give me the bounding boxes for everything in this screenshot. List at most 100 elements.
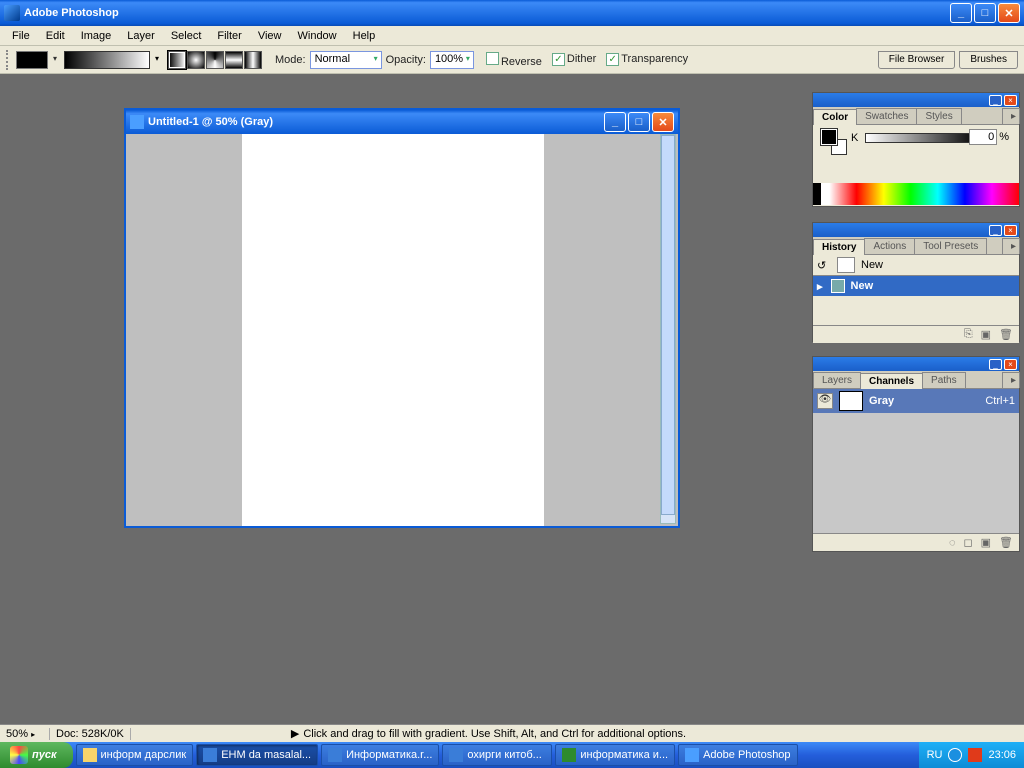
tray-icon-2[interactable] [968,748,982,762]
trash-icon[interactable]: 🗑 [999,328,1013,341]
tab-color[interactable]: Color [813,109,857,125]
menu-help[interactable]: Help [345,28,384,44]
channels-panel-titlebar[interactable]: _× [813,357,1019,371]
gradient-picker[interactable] [64,51,150,69]
excel-icon [562,748,576,762]
color-panel-titlebar[interactable]: _× [813,93,1019,107]
doc-size-label[interactable]: Doc: 528K/0K [50,728,131,740]
menu-image[interactable]: Image [73,28,120,44]
visibility-icon[interactable]: 👁 [817,393,833,409]
history-snapshot-row[interactable]: ↺ New [813,255,1019,275]
canvas[interactable] [242,134,544,526]
options-drag-handle[interactable] [6,50,12,70]
menu-window[interactable]: Window [290,28,345,44]
panel-minimize-icon[interactable]: _ [989,95,1002,106]
tab-styles[interactable]: Styles [916,108,961,124]
tab-actions[interactable]: Actions [864,238,915,254]
taskbar-item-2[interactable]: Информатика.r... [321,744,439,766]
panel-menu-icon[interactable]: ▸ [1002,108,1020,124]
history-brush-icon: ↺ [817,259,831,272]
new-channel-icon[interactable]: ▣ [981,536,991,549]
document-titlebar[interactable]: Untitled-1 @ 50% (Gray) _ □ ✕ [126,110,678,134]
taskbar-item-0[interactable]: информ дарслик [76,744,194,766]
history-state-row[interactable]: New [813,276,1019,296]
app-title: Adobe Photoshop [24,7,119,19]
k-value-input[interactable] [969,129,997,145]
history-panel-footer: ⎘ ▣ 🗑 [813,325,1019,343]
clock[interactable]: 23:06 [988,749,1016,761]
opacity-field[interactable]: 100% [430,51,474,69]
brushes-tab[interactable]: Brushes [959,51,1018,69]
new-state-icon [831,279,845,293]
taskbar-item-1[interactable]: EHM da masalal... [196,744,318,766]
menu-view[interactable]: View [250,28,290,44]
tab-tool-presets[interactable]: Tool Presets [914,238,987,254]
zoom-field[interactable]: 50% ▸ [0,728,50,740]
dither-checkbox[interactable]: ✓ [552,53,565,66]
app-titlebar: Adobe Photoshop _ □ ✕ [0,0,1024,26]
doc-maximize-button[interactable]: □ [628,112,650,132]
doc-close-button[interactable]: ✕ [652,112,674,132]
panel-minimize-icon[interactable]: _ [989,225,1002,236]
tab-swatches[interactable]: Swatches [856,108,917,124]
window-minimize-button[interactable]: _ [950,3,972,23]
trash-icon[interactable]: 🗑 [999,536,1013,549]
document-window: Untitled-1 @ 50% (Gray) _ □ ✕ [124,108,680,528]
tab-paths[interactable]: Paths [922,372,966,388]
channel-name: Gray [869,395,979,407]
new-doc-icon[interactable]: ⎘ [964,328,973,341]
taskbar: пуск информ дарслик EHM da masalal... Ин… [0,742,1024,768]
new-snapshot-icon[interactable]: ▣ [981,328,991,341]
color-fgbg-swatch[interactable] [821,129,851,159]
status-bar: 50% ▸ Doc: 528K/0K ▶ Click and drag to f… [0,724,1024,742]
document-scrollbar[interactable] [660,134,676,524]
file-browser-tab[interactable]: File Browser [878,51,956,69]
transparency-checkbox[interactable]: ✓ [606,53,619,66]
panel-menu-icon[interactable]: ▸ [1002,238,1020,254]
doc-minimize-button[interactable]: _ [604,112,626,132]
tray-icon-1[interactable] [948,748,962,762]
photoshop-icon [685,748,699,762]
panel-close-icon[interactable]: × [1004,225,1017,236]
menu-filter[interactable]: Filter [209,28,249,44]
tab-channels[interactable]: Channels [860,373,923,389]
load-selection-icon[interactable]: ◌ [949,537,956,549]
gradient-radial-button[interactable] [187,51,205,69]
mode-dropdown[interactable]: Normal [310,51,382,69]
opacity-label: Opacity: [386,54,426,66]
menu-edit[interactable]: Edit [38,28,73,44]
language-indicator[interactable]: RU [927,749,943,761]
window-maximize-button[interactable]: □ [974,3,996,23]
save-selection-icon[interactable]: ◻ [963,536,972,549]
tool-preset-picker[interactable] [16,51,48,69]
gradient-diamond-button[interactable] [244,51,262,69]
document-title: Untitled-1 @ 50% (Gray) [148,116,273,128]
history-panel-titlebar[interactable]: _× [813,223,1019,237]
gradient-angle-button[interactable] [206,51,224,69]
state-label: New [851,280,874,292]
reverse-checkbox[interactable] [486,52,499,65]
taskbar-item-3[interactable]: охирги китоб... [442,744,552,766]
gradient-linear-button[interactable] [168,51,186,69]
start-button[interactable]: пуск [0,742,73,768]
panel-minimize-icon[interactable]: _ [989,359,1002,370]
menu-select[interactable]: Select [163,28,210,44]
pct-label: % [999,131,1009,143]
color-panel: _× Color Swatches Styles ▸ % [812,92,1020,207]
menu-file[interactable]: File [4,28,38,44]
tab-history[interactable]: History [813,239,865,255]
panel-close-icon[interactable]: × [1004,95,1017,106]
color-ramp[interactable] [813,183,1019,205]
window-close-button[interactable]: ✕ [998,3,1020,23]
panel-menu-icon[interactable]: ▸ [1002,372,1020,388]
transparency-label: Transparency [621,53,688,65]
tab-layers[interactable]: Layers [813,372,861,388]
document-icon [130,115,144,129]
taskbar-item-5[interactable]: Adobe Photoshop [678,744,797,766]
panel-close-icon[interactable]: × [1004,359,1017,370]
channel-row-gray[interactable]: 👁 Gray Ctrl+1 [813,389,1019,413]
menu-layer[interactable]: Layer [119,28,163,44]
k-slider[interactable] [865,133,979,143]
gradient-reflected-button[interactable] [225,51,243,69]
taskbar-item-4[interactable]: информатика и... [555,744,675,766]
